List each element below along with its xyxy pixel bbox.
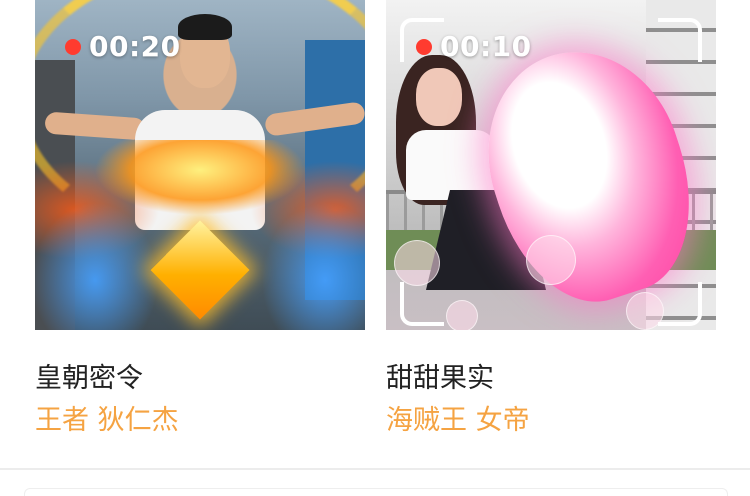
recording-indicator: 00:20: [65, 30, 181, 63]
effect-thumbnail[interactable]: 00:20: [35, 0, 365, 330]
effect-thumbnail[interactable]: 00:10: [386, 0, 716, 330]
recording-timer: 00:20: [89, 30, 181, 63]
record-dot-icon: [65, 38, 81, 55]
effect-card-1[interactable]: 00:20 皇朝密令 王者 狄仁杰: [35, 0, 365, 436]
recording-timer: 00:10: [440, 30, 532, 63]
frame-corner: [658, 282, 702, 326]
effect-title: 甜甜果实: [386, 363, 494, 394]
record-dot-icon: [416, 38, 432, 55]
effect-subtitle: 王者 狄仁杰: [35, 405, 179, 436]
bubble-effect: [394, 240, 440, 286]
person-face: [416, 68, 462, 126]
recording-indicator: 00:10: [416, 30, 532, 63]
effect-subtitle: 海贼王 女帝: [386, 405, 530, 436]
person-shirt: [406, 130, 496, 200]
person-hair: [178, 14, 232, 40]
bubble-effect: [446, 300, 478, 330]
effect-card-2[interactable]: 00:10 甜甜果实 海贼王 女帝: [386, 0, 716, 436]
effect-title: 皇朝密令: [35, 363, 143, 394]
bubble-effect: [526, 235, 576, 285]
frame-corner: [400, 282, 444, 326]
frame-corner: [658, 18, 702, 62]
